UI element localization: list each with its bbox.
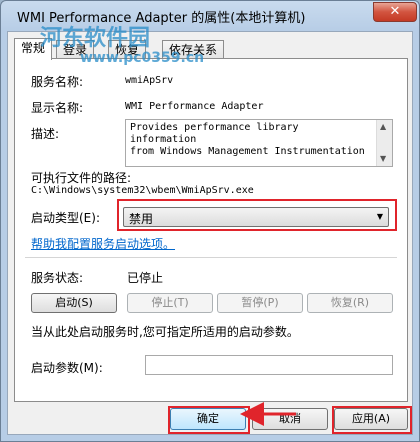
description-label: 描述: xyxy=(31,127,60,141)
service-name-value: wmiApSrv xyxy=(125,75,174,86)
startup-type-label: 启动类型(E): xyxy=(31,211,100,225)
startup-type-select[interactable]: 禁用 ▼ xyxy=(123,207,389,227)
description-scrollbar[interactable]: ▲ ▼ xyxy=(376,120,392,166)
cancel-button[interactable]: 取消 xyxy=(252,408,328,430)
watermark-logo: 河东软件园 xyxy=(40,26,151,51)
close-button[interactable]: ✕ xyxy=(373,2,417,22)
service-status-value: 已停止 xyxy=(127,271,164,285)
description-line: from Windows Management Instrumentation xyxy=(130,146,365,157)
description-text: Provides performance library information… xyxy=(130,122,370,158)
resume-button[interactable]: 恢复(R) xyxy=(307,293,393,313)
service-status-label: 服务状态: xyxy=(31,271,84,285)
close-icon: ✕ xyxy=(389,4,401,19)
start-params-label: 启动参数(M): xyxy=(31,361,103,375)
stop-button[interactable]: 停止(T) xyxy=(127,293,213,313)
service-name-label: 服务名称: xyxy=(31,75,84,89)
pause-button[interactable]: 暂停(P) xyxy=(217,293,303,313)
display-name-value: WMI Performance Adapter xyxy=(125,101,264,112)
divider xyxy=(25,257,397,258)
scroll-down-icon[interactable]: ▼ xyxy=(380,154,386,163)
scroll-up-icon[interactable]: ▲ xyxy=(380,122,386,131)
startup-type-value: 禁用 xyxy=(129,212,154,226)
description-box[interactable]: Provides performance library information… xyxy=(125,119,393,167)
apply-button[interactable]: 应用(A) xyxy=(334,408,408,430)
dialog-body: 常规 登录 恢复 依存关系 服务名称: wmiApSrv 显示名称: WMI P… xyxy=(7,31,413,435)
description-line: Provides performance library information xyxy=(130,122,299,145)
help-configure-link[interactable]: 帮助我配置服务启动选项。 xyxy=(31,235,175,252)
exe-path-value: C:\Windows\system32\wbem\WmiApSrv.exe xyxy=(31,185,254,196)
chevron-down-icon: ▼ xyxy=(376,212,383,221)
start-button[interactable]: 启动(S) xyxy=(31,293,117,313)
ok-button[interactable]: 确定 xyxy=(170,408,246,430)
watermark-url: www.pc0359.cn xyxy=(80,50,205,66)
display-name-label: 显示名称: xyxy=(31,101,84,115)
start-params-input[interactable] xyxy=(145,355,393,375)
properties-window: WMI Performance Adapter 的属性(本地计算机) ✕ 常规 … xyxy=(0,0,420,442)
general-tab-page: 服务名称: wmiApSrv 显示名称: WMI Performance Ada… xyxy=(14,58,408,402)
exe-path-label: 可执行文件的路径: xyxy=(31,171,132,185)
start-params-hint: 当从此处启动服务时,您可指定所适用的启动参数。 xyxy=(31,325,299,339)
